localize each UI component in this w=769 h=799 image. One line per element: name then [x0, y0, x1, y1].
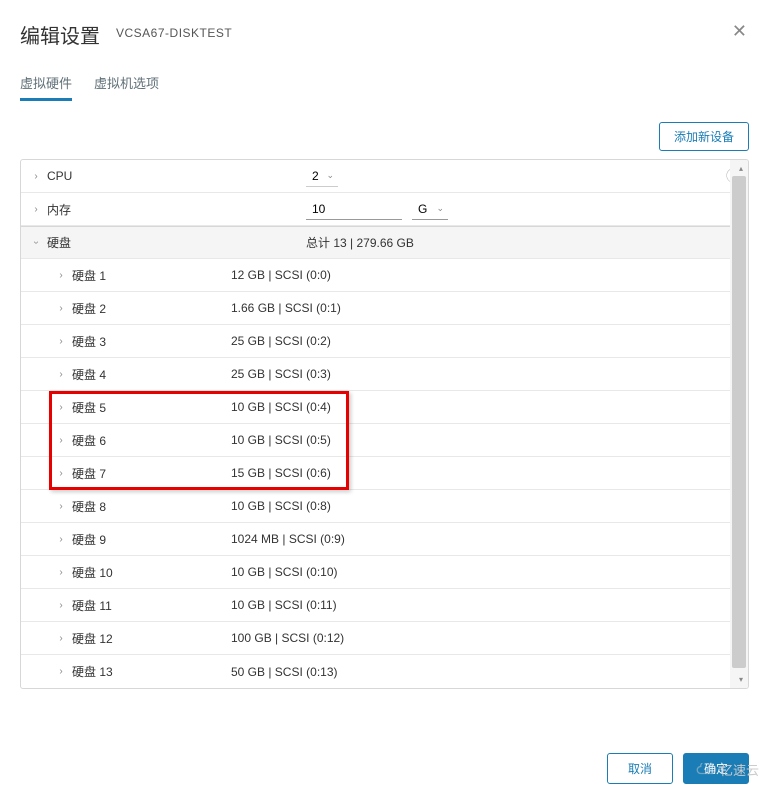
close-icon[interactable]: ✕	[732, 22, 747, 40]
vm-name-label: VCSA67-DISKTEST	[116, 20, 232, 40]
row-disk-10[interactable]: › 硬盘 10 10 GB | SCSI (0:10)	[21, 556, 748, 589]
disk-group-label: 硬盘	[47, 234, 71, 251]
disk-detail: 10 GB | SCSI (0:11)	[231, 598, 337, 612]
memory-unit-select[interactable]	[412, 199, 448, 220]
disk-detail: 25 GB | SCSI (0:3)	[231, 367, 331, 381]
chevron-down-icon: ›	[31, 238, 42, 248]
row-disk-13[interactable]: › 硬盘 13 50 GB | SCSI (0:13)	[21, 655, 748, 688]
watermark: 亿速云	[695, 760, 759, 779]
disk-detail: 10 GB | SCSI (0:10)	[231, 565, 338, 579]
row-disk-11[interactable]: › 硬盘 11 10 GB | SCSI (0:11)	[21, 589, 748, 622]
row-disk-1[interactable]: › 硬盘 1 12 GB | SCSI (0:0)	[21, 259, 748, 292]
dialog-header: 编辑设置 VCSA67-DISKTEST	[20, 20, 749, 49]
row-cpu[interactable]: › CPU ⌄ ⓘ	[21, 160, 748, 193]
row-disk-group[interactable]: › 硬盘 总计 13 | 279.66 GB	[21, 226, 748, 259]
row-memory[interactable]: › 内存 ⌄	[21, 193, 748, 226]
cpu-count-select[interactable]	[306, 166, 338, 187]
scroll-up-icon[interactable]: ▴	[739, 164, 743, 173]
memory-value-input[interactable]	[306, 199, 402, 220]
disk-group-summary: 总计 13 | 279.66 GB	[306, 234, 414, 251]
tab-bar: 虚拟硬件 虚拟机选项	[20, 67, 749, 102]
disk-detail: 50 GB | SCSI (0:13)	[231, 665, 338, 679]
add-device-button[interactable]: 添加新设备	[659, 122, 749, 151]
disk-detail: 12 GB | SCSI (0:0)	[231, 268, 331, 282]
disk-label: 硬盘 7	[72, 465, 106, 482]
dialog-footer: 取消 确定	[20, 723, 749, 784]
disk-label: 硬盘 12	[72, 630, 113, 647]
row-disk-12[interactable]: › 硬盘 12 100 GB | SCSI (0:12)	[21, 622, 748, 655]
chevron-right-icon: ›	[56, 336, 66, 347]
memory-label: 内存	[47, 201, 71, 218]
scroll-down-icon[interactable]: ▾	[739, 675, 743, 684]
watermark-text: 亿速云	[720, 760, 759, 779]
chevron-right-icon: ›	[56, 600, 66, 611]
chevron-right-icon: ›	[56, 369, 66, 380]
disk-label: 硬盘 8	[72, 498, 106, 515]
disk-detail: 10 GB | SCSI (0:4)	[231, 400, 331, 414]
disk-label: 硬盘 9	[72, 531, 106, 548]
chevron-right-icon: ›	[56, 666, 66, 677]
settings-scroll-area[interactable]: › CPU ⌄ ⓘ › 内存	[21, 160, 748, 688]
chevron-right-icon: ›	[56, 402, 66, 413]
row-disk-6[interactable]: › 硬盘 6 10 GB | SCSI (0:5)	[21, 424, 748, 457]
disk-label: 硬盘 10	[72, 564, 113, 581]
row-disk-3[interactable]: › 硬盘 3 25 GB | SCSI (0:2)	[21, 325, 748, 358]
chevron-right-icon: ›	[56, 567, 66, 578]
chevron-right-icon: ›	[31, 171, 41, 182]
disk-detail: 1.66 GB | SCSI (0:1)	[231, 301, 341, 315]
actions-bar: 添加新设备	[20, 122, 749, 151]
row-disk-4[interactable]: › 硬盘 4 25 GB | SCSI (0:3)	[21, 358, 748, 391]
disk-detail: 25 GB | SCSI (0:2)	[231, 334, 331, 348]
disk-label: 硬盘 4	[72, 366, 106, 383]
chevron-right-icon: ›	[56, 468, 66, 479]
tab-virtual-hardware[interactable]: 虚拟硬件	[20, 67, 72, 101]
cpu-label: CPU	[47, 169, 72, 183]
disk-detail: 15 GB | SCSI (0:6)	[231, 466, 331, 480]
disk-label: 硬盘 3	[72, 333, 106, 350]
disk-label: 硬盘 11	[72, 597, 112, 614]
settings-panel: › CPU ⌄ ⓘ › 内存	[20, 159, 749, 689]
chevron-right-icon: ›	[56, 270, 66, 281]
disk-label: 硬盘 13	[72, 663, 113, 680]
disk-label: 硬盘 1	[72, 267, 106, 284]
row-disk-9[interactable]: › 硬盘 9 1024 MB | SCSI (0:9)	[21, 523, 748, 556]
highlighted-disk-group: › 硬盘 5 10 GB | SCSI (0:4) › 硬盘 6 10 GB | S…	[21, 391, 748, 490]
chevron-right-icon: ›	[56, 501, 66, 512]
disk-label: 硬盘 2	[72, 300, 106, 317]
dialog-title: 编辑设置	[20, 20, 100, 49]
disk-detail: 1024 MB | SCSI (0:9)	[231, 532, 345, 546]
edit-settings-dialog: 编辑设置 VCSA67-DISKTEST ✕ 虚拟硬件 虚拟机选项 添加新设备 …	[0, 0, 769, 799]
chevron-right-icon: ›	[31, 204, 41, 215]
disk-label: 硬盘 5	[72, 399, 106, 416]
chevron-right-icon: ›	[56, 303, 66, 314]
disk-detail: 100 GB | SCSI (0:12)	[231, 631, 344, 645]
scrollbar-track[interactable]: ▴ ▾	[730, 160, 748, 688]
cloud-icon	[695, 763, 717, 777]
cancel-button[interactable]: 取消	[607, 753, 673, 784]
scrollbar-thumb[interactable]	[732, 176, 746, 668]
row-disk-8[interactable]: › 硬盘 8 10 GB | SCSI (0:8)	[21, 490, 748, 523]
tab-vm-options[interactable]: 虚拟机选项	[94, 67, 159, 101]
disk-detail: 10 GB | SCSI (0:5)	[231, 433, 331, 447]
row-disk-7[interactable]: › 硬盘 7 15 GB | SCSI (0:6)	[21, 457, 748, 490]
chevron-right-icon: ›	[56, 633, 66, 644]
chevron-right-icon: ›	[56, 534, 66, 545]
row-disk-5[interactable]: › 硬盘 5 10 GB | SCSI (0:4)	[21, 391, 748, 424]
row-disk-2[interactable]: › 硬盘 2 1.66 GB | SCSI (0:1)	[21, 292, 748, 325]
disk-label: 硬盘 6	[72, 432, 106, 449]
chevron-right-icon: ›	[56, 435, 66, 446]
disk-detail: 10 GB | SCSI (0:8)	[231, 499, 331, 513]
